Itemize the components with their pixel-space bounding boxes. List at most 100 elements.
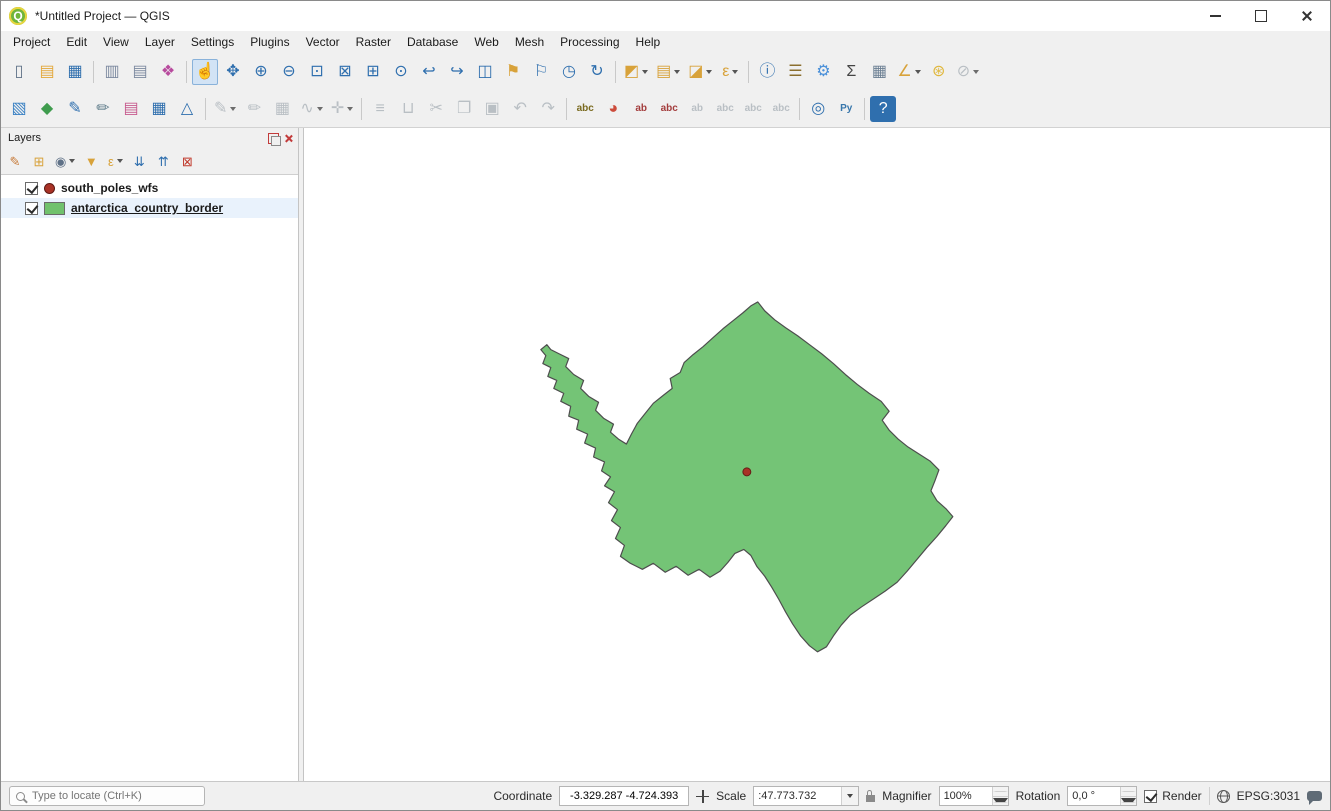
magnifier-decrease-button[interactable] xyxy=(993,797,1008,806)
layer-visibility-checkbox[interactable] xyxy=(25,182,38,195)
south-pole-point xyxy=(743,468,751,476)
pan-to-selection-button[interactable]: ✥ xyxy=(220,59,246,85)
python-console-button[interactable]: Py xyxy=(833,96,859,122)
new-print-layout-button[interactable]: ▥ xyxy=(99,59,125,85)
menu-help[interactable]: Help xyxy=(628,33,669,51)
filter-legend-button[interactable]: ▼ xyxy=(80,150,102,172)
new-spatialite-layer-button[interactable]: ✏ xyxy=(90,96,116,122)
show-layout-manager-button[interactable]: ▤ xyxy=(127,59,153,85)
add-group-button[interactable]: ⊞ xyxy=(28,150,50,172)
layer-row-antarctica-country-border[interactable]: antarctica_country_border xyxy=(1,198,298,218)
menu-database[interactable]: Database xyxy=(399,33,466,51)
new-map-view-button[interactable]: ◫ xyxy=(472,59,498,85)
statistical-summary-button[interactable]: ☰ xyxy=(782,59,808,85)
dropdown-arrow-icon xyxy=(347,107,353,111)
zoom-in-button[interactable]: ⊕ xyxy=(248,59,274,85)
antarctica-polygon xyxy=(541,302,953,652)
style-manager-button[interactable]: ❖ xyxy=(155,59,181,85)
zoom-native-button[interactable]: ⊙ xyxy=(388,59,414,85)
close-button[interactable] xyxy=(1284,1,1330,31)
refresh-button[interactable]: ↻ xyxy=(584,59,610,85)
open-layer-styling-button[interactable]: ✎ xyxy=(4,150,26,172)
zoom-to-selection-button[interactable]: ⊠ xyxy=(332,59,358,85)
new-project-button[interactable]: ▯ xyxy=(6,59,32,85)
new-bookmark-button[interactable]: ⚑ xyxy=(500,59,526,85)
rotation-spinbox[interactable]: 0,0 ° xyxy=(1067,786,1137,806)
layer-diagram-button[interactable]: ◕ xyxy=(600,96,626,122)
data-source-manager-button[interactable]: ▧ xyxy=(6,96,32,122)
sum-statistics-button[interactable]: Σ xyxy=(838,59,864,85)
identify-features-button[interactable]: ⓘ xyxy=(754,59,780,85)
manage-map-themes-button[interactable]: ◉ xyxy=(52,150,78,172)
scale-dropdown-button[interactable] xyxy=(841,787,858,805)
zoom-next-button[interactable]: ↪ xyxy=(444,59,470,85)
rotation-increase-button[interactable] xyxy=(1121,787,1136,797)
magnifier-lock-icon[interactable] xyxy=(866,795,875,802)
menu-raster[interactable]: Raster xyxy=(348,33,399,51)
select-by-value-button[interactable]: ▤ xyxy=(653,59,683,85)
menu-settings[interactable]: Settings xyxy=(183,33,242,51)
temporal-controller-button[interactable]: ◷ xyxy=(556,59,582,85)
render-checkbox[interactable] xyxy=(1144,790,1157,803)
menu-view[interactable]: View xyxy=(95,33,137,51)
new-mesh-layer-button[interactable]: △ xyxy=(174,96,200,122)
layer-visibility-checkbox[interactable] xyxy=(25,202,38,215)
menu-edit[interactable]: Edit xyxy=(58,33,95,51)
save-project-button[interactable]: ▦ xyxy=(62,59,88,85)
rotation-decrease-button[interactable] xyxy=(1121,797,1136,806)
attribute-table-button[interactable]: ▦ xyxy=(866,59,892,85)
menu-vector[interactable]: Vector xyxy=(298,33,348,51)
messages-icon[interactable] xyxy=(1307,791,1322,801)
menu-processing[interactable]: Processing xyxy=(552,33,627,51)
new-scratch-layer-button[interactable]: ▤ xyxy=(118,96,144,122)
select-features-button[interactable]: ◩ xyxy=(621,59,651,85)
menu-project[interactable]: Project xyxy=(5,33,58,51)
menu-layer[interactable]: Layer xyxy=(137,33,183,51)
zoom-to-layer-button[interactable]: ⊞ xyxy=(360,59,386,85)
layer-row-south-poles-wfs[interactable]: south_poles_wfs xyxy=(1,178,298,198)
locate-box[interactable] xyxy=(9,786,205,806)
chevron-down-icon xyxy=(847,794,853,798)
panel-close-icon[interactable] xyxy=(284,134,293,143)
help-button[interactable]: ? xyxy=(870,96,896,122)
locate-input[interactable] xyxy=(30,789,198,803)
metasearch-button[interactable]: ◎ xyxy=(805,96,831,122)
undo-button: ↶ xyxy=(507,96,533,122)
highlight-labels-button[interactable]: abc xyxy=(656,96,682,122)
minimize-button[interactable] xyxy=(1192,1,1238,31)
maximize-button[interactable] xyxy=(1238,1,1284,31)
panel-float-icon[interactable] xyxy=(268,133,279,144)
pin-labels-button[interactable]: ab xyxy=(628,96,654,122)
open-project-button[interactable]: ▤ xyxy=(34,59,60,85)
zoom-out-button[interactable]: ⊖ xyxy=(276,59,302,85)
new-shapefile-layer-button[interactable]: ✎ xyxy=(62,96,88,122)
processing-toolbox-button[interactable]: ⚙ xyxy=(810,59,836,85)
extents-toggle-icon[interactable] xyxy=(696,790,709,803)
expand-all-button[interactable]: ⇊ xyxy=(128,150,150,172)
new-geopackage-layer-button[interactable]: ◆ xyxy=(34,96,60,122)
filter-expression-button[interactable]: ε xyxy=(104,150,126,172)
menu-web[interactable]: Web xyxy=(466,33,506,51)
menu-mesh[interactable]: Mesh xyxy=(507,33,552,51)
scale-combo[interactable]: :47.773.732 xyxy=(753,786,859,806)
select-by-expression-button[interactable]: ε xyxy=(717,59,743,85)
crs-label[interactable]: EPSG:3031 xyxy=(1237,789,1300,803)
deselect-features-button[interactable]: ◪ xyxy=(685,59,715,85)
crs-globe-icon[interactable] xyxy=(1217,790,1230,803)
magnifier-increase-button[interactable] xyxy=(993,787,1008,797)
magnifier-spinbox[interactable]: 100% xyxy=(939,786,1009,806)
coordinate-input[interactable] xyxy=(559,786,689,806)
map-canvas[interactable] xyxy=(304,128,1330,781)
map-tips-button[interactable]: ⊛ xyxy=(926,59,952,85)
remove-layer-button[interactable]: ⊠ xyxy=(176,150,198,172)
zoom-last-button[interactable]: ↩ xyxy=(416,59,442,85)
measure-button[interactable]: ∠ xyxy=(894,59,923,85)
new-virtual-layer-button[interactable]: ▦ xyxy=(146,96,172,122)
pan-map-button[interactable]: ☝ xyxy=(192,59,218,85)
menu-plugins[interactable]: Plugins xyxy=(242,33,297,51)
show-bookmarks-button[interactable]: ⚐ xyxy=(528,59,554,85)
zoom-full-button[interactable]: ⊡ xyxy=(304,59,330,85)
collapse-all-button[interactable]: ⇈ xyxy=(152,150,174,172)
scale-value: :47.773.732 xyxy=(754,787,841,805)
layer-labeling-button[interactable]: abc xyxy=(572,96,598,122)
